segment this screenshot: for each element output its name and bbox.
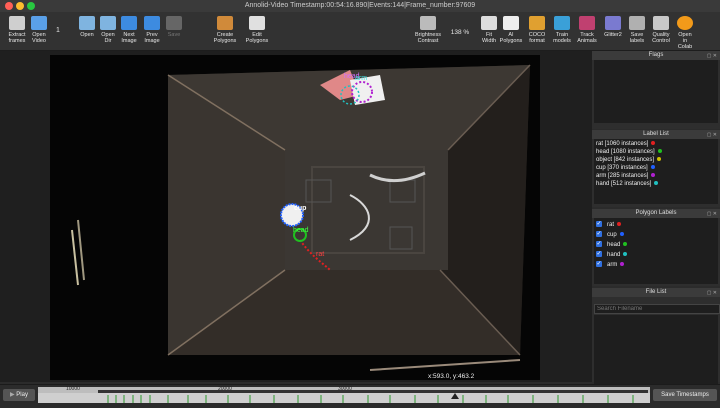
checkbox-icon[interactable] bbox=[596, 219, 602, 229]
open-in-colab-button[interactable]: Open in Colab bbox=[668, 14, 702, 50]
flags-header: Flags ▢ ✕ bbox=[592, 51, 720, 60]
dock-controls-icon[interactable]: ▢ ✕ bbox=[707, 131, 717, 140]
polygon-labels-header: Polygon Labels ▢ ✕ bbox=[592, 209, 720, 218]
floppy-icon bbox=[166, 16, 182, 30]
file-list-dock: File List ▢ ✕ bbox=[592, 288, 720, 386]
pencil-icon bbox=[217, 16, 233, 30]
flags-panel[interactable] bbox=[594, 60, 718, 123]
dock-controls-icon[interactable]: ▢ ✕ bbox=[707, 52, 717, 61]
frame-step-spinbox[interactable]: 1 bbox=[48, 14, 68, 48]
play-button[interactable]: ▶ Play bbox=[3, 389, 35, 401]
label-list-panel[interactable]: rat [1060 instances] head [1080 instance… bbox=[594, 139, 718, 204]
dock-controls-icon[interactable]: ▢ ✕ bbox=[707, 210, 717, 219]
save-button[interactable]: Save bbox=[157, 14, 191, 48]
cursor-coordinates: x:593.0, y:463.2 bbox=[428, 373, 475, 380]
ai-icon bbox=[503, 16, 519, 30]
label-head: head bbox=[293, 227, 309, 234]
polygon-label-item[interactable]: hand bbox=[594, 249, 718, 260]
label-list-item[interactable]: head [1080 instances] bbox=[594, 148, 718, 156]
checkbox-icon[interactable] bbox=[596, 259, 602, 269]
polygon-labels-dock: Polygon Labels ▢ ✕ rat cup head hand arm bbox=[592, 209, 720, 286]
toolbar: Extract frames Open Video 1 Open Open Di… bbox=[0, 12, 720, 51]
edit-icon bbox=[249, 16, 265, 30]
window-title: Annolid-Video Timestamp:00:54:16.890|Eve… bbox=[244, 2, 476, 9]
edit-polygons-button[interactable]: Edit Polygons bbox=[240, 14, 274, 48]
color-dot-icon bbox=[650, 165, 655, 170]
color-dot-icon bbox=[620, 262, 625, 267]
save-timestamps-button[interactable]: Save Timestamps bbox=[653, 389, 717, 401]
labels-icon bbox=[629, 16, 645, 30]
label-rat: rat bbox=[316, 251, 325, 258]
checkbox-icon[interactable] bbox=[596, 239, 602, 249]
checkbox-icon[interactable] bbox=[596, 249, 602, 259]
color-dot-icon bbox=[617, 222, 622, 227]
color-dot-icon bbox=[657, 149, 662, 154]
polygon-label-item[interactable]: rat bbox=[594, 219, 718, 230]
timeline-slider[interactable]: 10000 20000 30000 bbox=[38, 386, 650, 403]
label-list-item[interactable]: cup [370 instances] bbox=[594, 164, 718, 172]
label-list-item[interactable]: hand [512 instances] bbox=[594, 180, 718, 188]
color-dot-icon bbox=[623, 252, 628, 257]
brightness-contrast-button[interactable]: Brightness Contrast bbox=[409, 14, 447, 48]
label-list-header: Label List ▢ ✕ bbox=[592, 130, 720, 139]
label-arm: arm bbox=[355, 75, 368, 82]
color-dot-icon bbox=[657, 157, 662, 162]
label-cup: cup bbox=[294, 205, 307, 212]
canvas-area[interactable]: head cup head rat arm x:593.0, y:463.2 bbox=[0, 51, 592, 382]
label-list-item[interactable]: rat [1060 instances] bbox=[594, 140, 718, 148]
color-dot-icon bbox=[651, 173, 656, 178]
polygon-labels-panel[interactable]: rat cup head hand arm bbox=[594, 218, 718, 284]
polygon-label-item[interactable]: arm bbox=[594, 259, 718, 270]
color-dot-icon bbox=[651, 141, 656, 146]
file-search-input[interactable] bbox=[594, 304, 720, 314]
timeline-tick: 10000 bbox=[66, 386, 80, 392]
polygon-label-item[interactable]: cup bbox=[594, 229, 718, 240]
label-list-item[interactable]: object [842 instances] bbox=[594, 156, 718, 164]
file-list-header: File List ▢ ✕ bbox=[592, 288, 720, 297]
color-dot-icon bbox=[619, 232, 624, 237]
file-list-panel[interactable] bbox=[594, 315, 718, 386]
coco-icon bbox=[529, 16, 545, 30]
quality-icon bbox=[653, 16, 669, 30]
color-dot-icon bbox=[623, 242, 628, 247]
label-list-item[interactable]: arm [285 instances] bbox=[594, 172, 718, 180]
video-frame[interactable]: head cup head rat arm x:593.0, y:463.2 bbox=[50, 55, 540, 380]
flags-dock: Flags ▢ ✕ bbox=[592, 51, 720, 129]
zoom-level[interactable]: 138 % bbox=[447, 14, 473, 48]
arena-image bbox=[50, 55, 540, 380]
timeline-tick: 30000 bbox=[338, 386, 352, 392]
checkbox-icon[interactable] bbox=[596, 229, 602, 239]
track-icon bbox=[579, 16, 595, 30]
bottom-bar: ▶ Play 10000 20000 30000 Save Timestamps bbox=[0, 384, 720, 405]
create-polygons-button[interactable]: Create Polygons bbox=[208, 14, 242, 48]
brightness-icon bbox=[420, 16, 436, 30]
monitor-icon bbox=[31, 16, 47, 30]
playhead-icon bbox=[451, 393, 459, 399]
colab-icon bbox=[677, 16, 693, 30]
dock-controls-icon[interactable]: ▢ ✕ bbox=[707, 289, 717, 298]
label-list-dock: Label List ▢ ✕ rat [1060 instances] head… bbox=[592, 130, 720, 207]
color-dot-icon bbox=[654, 181, 659, 186]
glitter-icon bbox=[605, 16, 621, 30]
timeline-tick: 20000 bbox=[218, 386, 232, 392]
polygon-label-item[interactable]: head bbox=[594, 239, 718, 250]
network-icon bbox=[554, 16, 570, 30]
